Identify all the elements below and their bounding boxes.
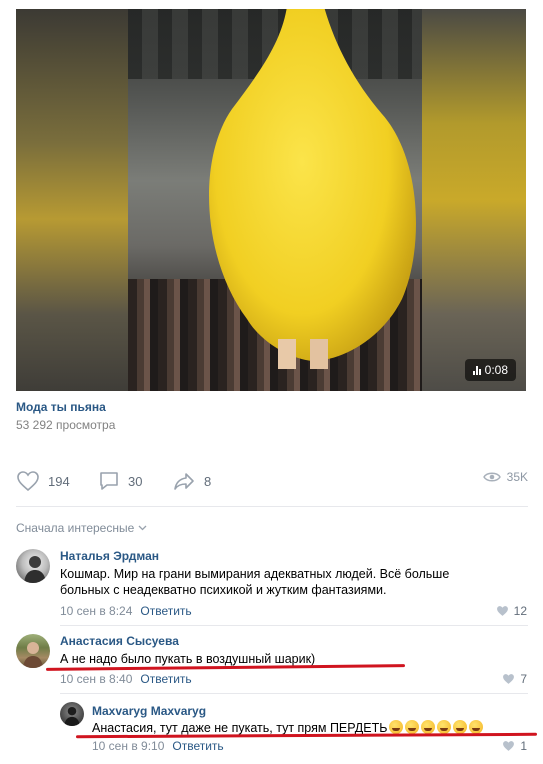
share-count: 8 bbox=[204, 473, 212, 489]
comment-author[interactable]: Наталья Эрдман bbox=[60, 549, 159, 563]
person-photo-icon bbox=[23, 642, 43, 668]
video-duration-badge: 0:08 bbox=[464, 359, 516, 381]
heart-icon bbox=[17, 471, 39, 492]
divider bbox=[60, 625, 528, 626]
heart-icon bbox=[496, 606, 508, 616]
yellow-balloon-costume bbox=[209, 9, 416, 369]
comment-like-count: 1 bbox=[520, 739, 527, 753]
person-silhouette-icon bbox=[64, 706, 80, 726]
reply-button[interactable]: Ответить bbox=[172, 739, 223, 753]
divider bbox=[16, 506, 528, 507]
comment-like-button[interactable]: 12 bbox=[496, 604, 527, 618]
heart-icon bbox=[503, 674, 515, 684]
video-blur-left bbox=[16, 9, 128, 391]
avatar[interactable] bbox=[60, 702, 84, 726]
share-icon bbox=[174, 473, 194, 490]
chevron-down-icon bbox=[138, 525, 147, 531]
comment-date[interactable]: 10 сен в 9:10 bbox=[92, 739, 164, 753]
reply-button[interactable]: Ответить bbox=[140, 604, 191, 618]
views-count: 35K bbox=[506, 470, 528, 484]
comment-like-count: 12 bbox=[513, 604, 527, 618]
views-counter: 35K bbox=[482, 470, 528, 484]
eye-icon bbox=[482, 472, 501, 482]
comment-meta: 10 сен в 9:10 Ответить bbox=[92, 739, 224, 753]
comment-like-count: 7 bbox=[520, 672, 527, 686]
sort-label: Сначала интересные bbox=[16, 521, 135, 535]
comment-like-button[interactable]: 7 bbox=[502, 672, 527, 686]
video-views: 53 292 просмотра bbox=[16, 418, 116, 432]
equalizer-icon bbox=[472, 365, 481, 375]
heart-icon bbox=[503, 741, 515, 751]
person-silhouette-icon bbox=[24, 556, 46, 583]
video-blur-right bbox=[422, 9, 526, 391]
like-count: 194 bbox=[48, 473, 70, 489]
comment-text: Кошмар. Мир на грани вымирания адекватны… bbox=[60, 567, 450, 597]
comment-author[interactable]: Maxvaryg Maxvaryg bbox=[92, 704, 206, 718]
comment-button[interactable]: 30 bbox=[98, 470, 142, 492]
comment-count: 30 bbox=[128, 473, 143, 489]
comment-date[interactable]: 10 сен в 8:24 bbox=[60, 604, 132, 618]
video-duration: 0:08 bbox=[484, 363, 508, 377]
comment-date[interactable]: 10 сен в 8:40 bbox=[60, 672, 132, 686]
video-title[interactable]: Мода ты пьяна bbox=[16, 400, 106, 414]
reply-button[interactable]: Ответить bbox=[140, 672, 191, 686]
comment-like-button[interactable]: 1 bbox=[502, 739, 527, 753]
comments-sort-dropdown[interactable]: Сначала интересные bbox=[16, 521, 147, 535]
comment-author[interactable]: Анастасия Сысуева bbox=[60, 634, 179, 648]
comment-meta: 10 сен в 8:24 Ответить bbox=[60, 604, 192, 618]
avatar[interactable] bbox=[16, 549, 50, 583]
post-actions: 194 30 8 35K bbox=[16, 470, 528, 494]
video-player[interactable]: 0:08 bbox=[16, 9, 526, 391]
divider bbox=[60, 693, 528, 694]
comment-icon bbox=[100, 472, 118, 490]
share-button[interactable]: 8 bbox=[172, 470, 211, 492]
avatar[interactable] bbox=[16, 634, 50, 668]
comment-meta: 10 сен в 8:40 Ответить bbox=[60, 672, 192, 686]
like-button[interactable]: 194 bbox=[16, 470, 70, 492]
